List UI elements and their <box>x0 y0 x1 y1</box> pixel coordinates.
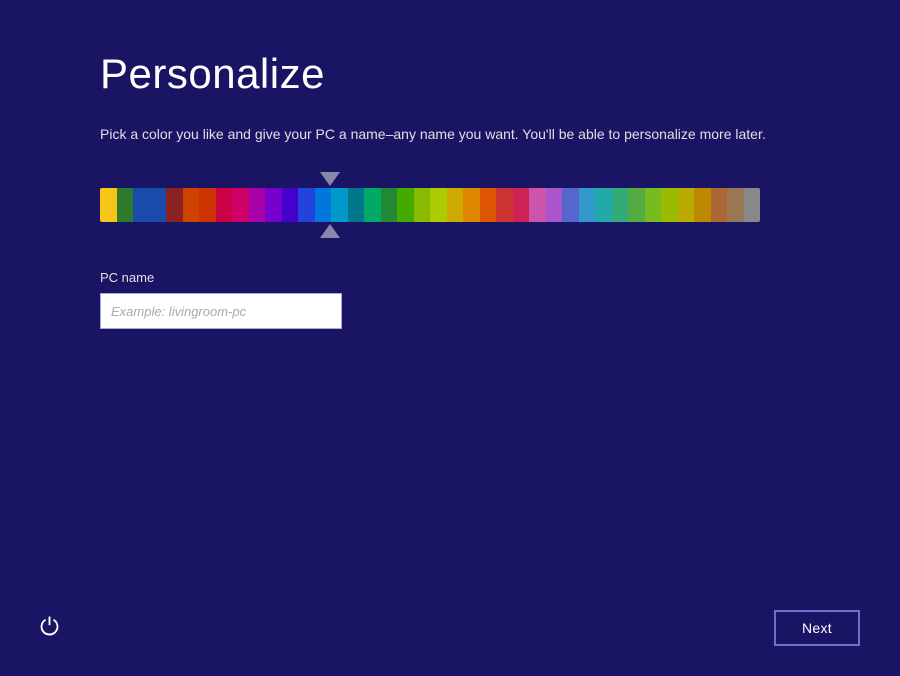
color-swatch[interactable] <box>100 188 117 222</box>
color-swatch[interactable] <box>496 188 513 222</box>
page-container: Personalize Pick a color you like and gi… <box>0 0 900 676</box>
color-swatch[interactable] <box>364 188 381 222</box>
color-swatch[interactable] <box>645 188 662 222</box>
color-swatch[interactable] <box>298 188 315 222</box>
color-swatch[interactable] <box>199 188 216 222</box>
color-swatch[interactable] <box>546 188 563 222</box>
color-swatch[interactable] <box>678 188 695 222</box>
color-swatch[interactable] <box>232 188 249 222</box>
color-swatch[interactable] <box>117 188 134 222</box>
color-swatch[interactable] <box>694 188 711 222</box>
color-swatch[interactable] <box>529 188 546 222</box>
color-picker-area <box>100 172 800 238</box>
color-swatch[interactable] <box>249 188 266 222</box>
next-button[interactable]: Next <box>774 610 860 646</box>
color-swatch[interactable] <box>150 188 167 222</box>
color-swatch[interactable] <box>282 188 299 222</box>
bottom-bar: ⏻ Next <box>0 610 900 646</box>
color-swatch[interactable] <box>480 188 497 222</box>
color-swatch[interactable] <box>628 188 645 222</box>
color-swatch[interactable] <box>463 188 480 222</box>
pc-name-input[interactable] <box>100 293 342 329</box>
color-swatch[interactable] <box>595 188 612 222</box>
color-swatch[interactable] <box>447 188 464 222</box>
page-title: Personalize <box>100 50 800 98</box>
arrow-down-icon <box>320 172 340 186</box>
color-swatch[interactable] <box>579 188 596 222</box>
color-swatch[interactable] <box>711 188 728 222</box>
color-swatch[interactable] <box>661 188 678 222</box>
color-swatch[interactable] <box>562 188 579 222</box>
accessibility-icon[interactable]: ⏻ <box>40 614 59 642</box>
page-subtitle: Pick a color you like and give your PC a… <box>100 126 800 142</box>
color-strip[interactable] <box>100 188 760 222</box>
color-swatch[interactable] <box>183 188 200 222</box>
pc-name-label: PC name <box>100 270 800 285</box>
arrow-up-icon <box>320 224 340 238</box>
color-swatch[interactable] <box>381 188 398 222</box>
color-swatch[interactable] <box>744 188 761 222</box>
color-swatch[interactable] <box>612 188 629 222</box>
color-swatch[interactable] <box>348 188 365 222</box>
color-swatch[interactable] <box>430 188 447 222</box>
color-swatch[interactable] <box>133 188 150 222</box>
color-swatch[interactable] <box>315 188 332 222</box>
color-swatch[interactable] <box>397 188 414 222</box>
color-swatch[interactable] <box>216 188 233 222</box>
color-swatch[interactable] <box>166 188 183 222</box>
color-swatch[interactable] <box>513 188 530 222</box>
color-swatch[interactable] <box>265 188 282 222</box>
color-swatch[interactable] <box>727 188 744 222</box>
color-swatch[interactable] <box>414 188 431 222</box>
color-swatch[interactable] <box>331 188 348 222</box>
